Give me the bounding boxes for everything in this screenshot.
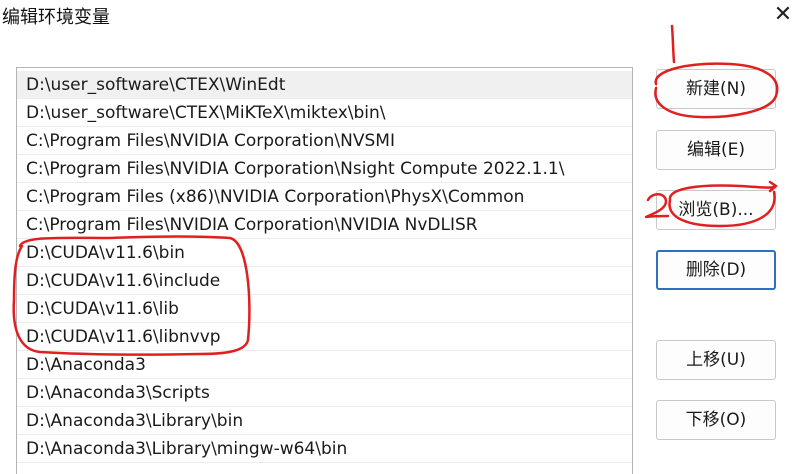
list-item[interactable]: C:\Program Files\NVIDIA Corporation\NVSM… xyxy=(17,127,632,155)
list-item[interactable]: D:\CUDA\v11.6\bin xyxy=(17,239,632,267)
move-up-button[interactable]: 上移(U) xyxy=(656,340,776,380)
list-item[interactable]: D:\Anaconda3\Library\bin xyxy=(17,407,632,435)
list-item[interactable]: D:\user_software\CTEX\WinEdt xyxy=(17,71,632,99)
close-icon[interactable]: ✕ xyxy=(770,2,796,28)
list-item[interactable]: C:\Program Files\NVIDIA Corporation\NVID… xyxy=(17,211,632,239)
list-item[interactable]: D:\CUDA\v11.6\lib xyxy=(17,295,632,323)
list-item[interactable]: D:\Anaconda3 xyxy=(17,351,632,379)
list-item[interactable]: D:\CUDA\v11.6\libnvvp xyxy=(17,323,632,351)
edit-env-var-dialog: 编辑环境变量 ✕ D:\user_software\CTEX\WinEdt D:… xyxy=(0,0,799,474)
list-item[interactable]: C:\Program Files (x86)\NVIDIA Corporatio… xyxy=(17,183,632,211)
list-item[interactable]: D:\Anaconda3\Scripts xyxy=(17,379,632,407)
list-item[interactable]: D:\CUDA\v11.6\include xyxy=(17,267,632,295)
delete-button[interactable]: 删除(D) xyxy=(656,250,776,290)
browse-button[interactable]: 浏览(B)... xyxy=(656,190,776,230)
annotation-mark-one xyxy=(670,24,676,64)
list-item[interactable]: C:\Program Files\NVIDIA Corporation\Nsig… xyxy=(17,155,632,183)
dialog-title: 编辑环境变量 xyxy=(2,7,110,28)
move-down-button[interactable]: 下移(O) xyxy=(656,400,776,440)
list-item[interactable]: D:\user_software\CTEX\MiKTeX\miktex\bin\ xyxy=(17,99,632,127)
edit-button[interactable]: 编辑(E) xyxy=(656,130,776,170)
list-item[interactable]: D:\Anaconda3\Library\mingw-w64\bin xyxy=(17,435,632,463)
path-list[interactable]: D:\user_software\CTEX\WinEdt D:\user_sof… xyxy=(16,67,633,474)
new-button[interactable]: 新建(N) xyxy=(656,69,776,109)
